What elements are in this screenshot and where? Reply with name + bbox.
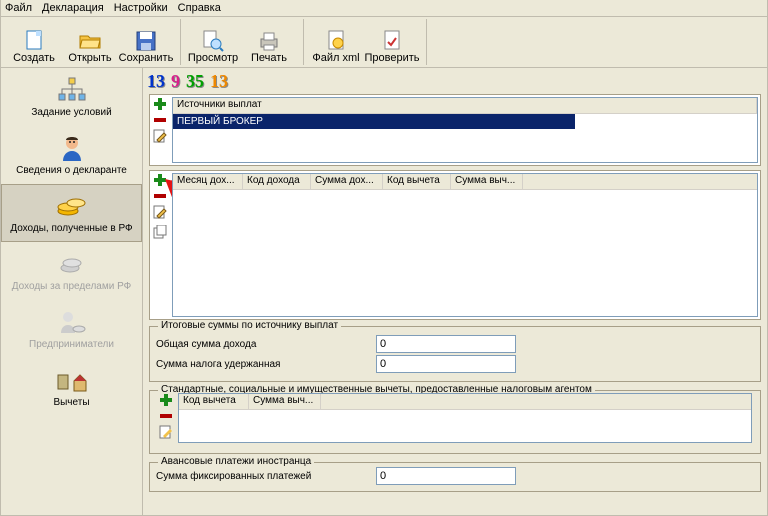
income-panel: Месяц дох... Код дохода Сумма дох... Код… xyxy=(149,170,761,320)
open-button[interactable]: Открыть xyxy=(62,20,118,64)
sources-header: Источники выплат xyxy=(173,98,757,113)
tax-withheld-input[interactable] xyxy=(376,355,516,373)
total-income-input[interactable] xyxy=(376,335,516,353)
menu-file[interactable]: Файл xyxy=(5,2,32,14)
duplicate-income-icon[interactable] xyxy=(153,225,167,239)
source-row-selected[interactable]: ПЕРВЫЙ БРОКЕР xyxy=(173,114,575,129)
fixed-payments-input[interactable] xyxy=(376,467,516,485)
view-button[interactable]: Просмотр xyxy=(185,20,241,64)
sidebar-entrepreneurs: Предприниматели xyxy=(1,300,142,358)
xml-button[interactable]: Файл xml xyxy=(308,20,364,64)
file-xml-icon xyxy=(325,30,347,52)
add-source-icon[interactable] xyxy=(153,97,167,111)
menu-help[interactable]: Справка xyxy=(178,2,221,14)
total-income-label: Общая сумма дохода xyxy=(156,339,376,350)
calculator-house-icon xyxy=(54,365,90,395)
save-icon xyxy=(135,30,157,52)
edit-source-icon[interactable] xyxy=(153,129,167,143)
person-coins-grey-icon xyxy=(54,307,90,337)
totals-fieldset: Итоговые суммы по источнику выплат Общая… xyxy=(149,326,761,382)
folder-open-icon xyxy=(79,30,101,52)
person-icon xyxy=(54,133,90,163)
fixed-payments-label: Сумма фиксированных платежей xyxy=(156,471,376,482)
rate-tab-13-a[interactable]: 13 xyxy=(147,71,165,91)
edit-agent-ded-icon[interactable] xyxy=(159,425,173,439)
rate-tab-13-b[interactable]: 13 xyxy=(210,71,228,91)
menu-settings[interactable]: Настройки xyxy=(114,2,168,14)
tax-withheld-label: Сумма налога удержанная xyxy=(156,359,376,370)
create-button[interactable]: Создать xyxy=(6,20,62,64)
save-button[interactable]: Сохранить xyxy=(118,20,174,64)
sidebar-conditions[interactable]: Задание условий xyxy=(1,68,142,126)
sidebar: Задание условий Сведения о декларанте До… xyxy=(1,68,143,515)
sidebar-income-rf[interactable]: Доходы, полученные в РФ xyxy=(1,184,142,242)
content-area: 13 9 35 13 Источники выплат ПЕРВЫЙ БРОКЕ… xyxy=(143,68,767,515)
remove-income-icon[interactable] xyxy=(153,193,167,199)
coins-grey-icon xyxy=(54,249,90,279)
sources-panel: Источники выплат ПЕРВЫЙ БРОКЕР xyxy=(149,94,761,166)
income-columns: Месяц дох... Код дохода Сумма дох... Код… xyxy=(173,174,757,190)
rate-tab-9[interactable]: 9 xyxy=(171,71,180,91)
add-income-icon[interactable] xyxy=(153,173,167,187)
sidebar-deductions[interactable]: Вычеты xyxy=(1,358,142,416)
check-button[interactable]: Проверить xyxy=(364,20,420,64)
remove-source-icon[interactable] xyxy=(153,117,167,123)
sidebar-declarant[interactable]: Сведения о декларанте xyxy=(1,126,142,184)
sidebar-income-abroad: Доходы за пределами РФ xyxy=(1,242,142,300)
printer-icon xyxy=(258,30,280,52)
advance-payments-fieldset: Авансовые платежи иностранца Сумма фикси… xyxy=(149,462,761,492)
edit-income-icon[interactable] xyxy=(153,205,167,219)
remove-agent-ded-icon[interactable] xyxy=(159,413,173,419)
coins-icon xyxy=(54,191,90,221)
check-icon xyxy=(381,30,403,52)
print-button[interactable]: Печать xyxy=(241,20,297,64)
preview-magnifier-icon xyxy=(202,30,224,52)
menu-declaration[interactable]: Декларация xyxy=(42,2,104,14)
document-new-icon xyxy=(23,30,45,52)
rate-tab-35[interactable]: 35 xyxy=(186,71,204,91)
org-chart-icon xyxy=(54,75,90,105)
menubar: Файл Декларация Настройки Справка xyxy=(0,0,768,17)
add-agent-ded-icon[interactable] xyxy=(159,393,173,407)
agent-deductions-fieldset: Стандартные, социальные и имущественные … xyxy=(149,390,761,454)
tax-rate-tabs: 13 9 35 13 xyxy=(143,68,767,92)
toolbar: Создать Открыть Сохранить Просмотр Печат… xyxy=(0,17,768,68)
